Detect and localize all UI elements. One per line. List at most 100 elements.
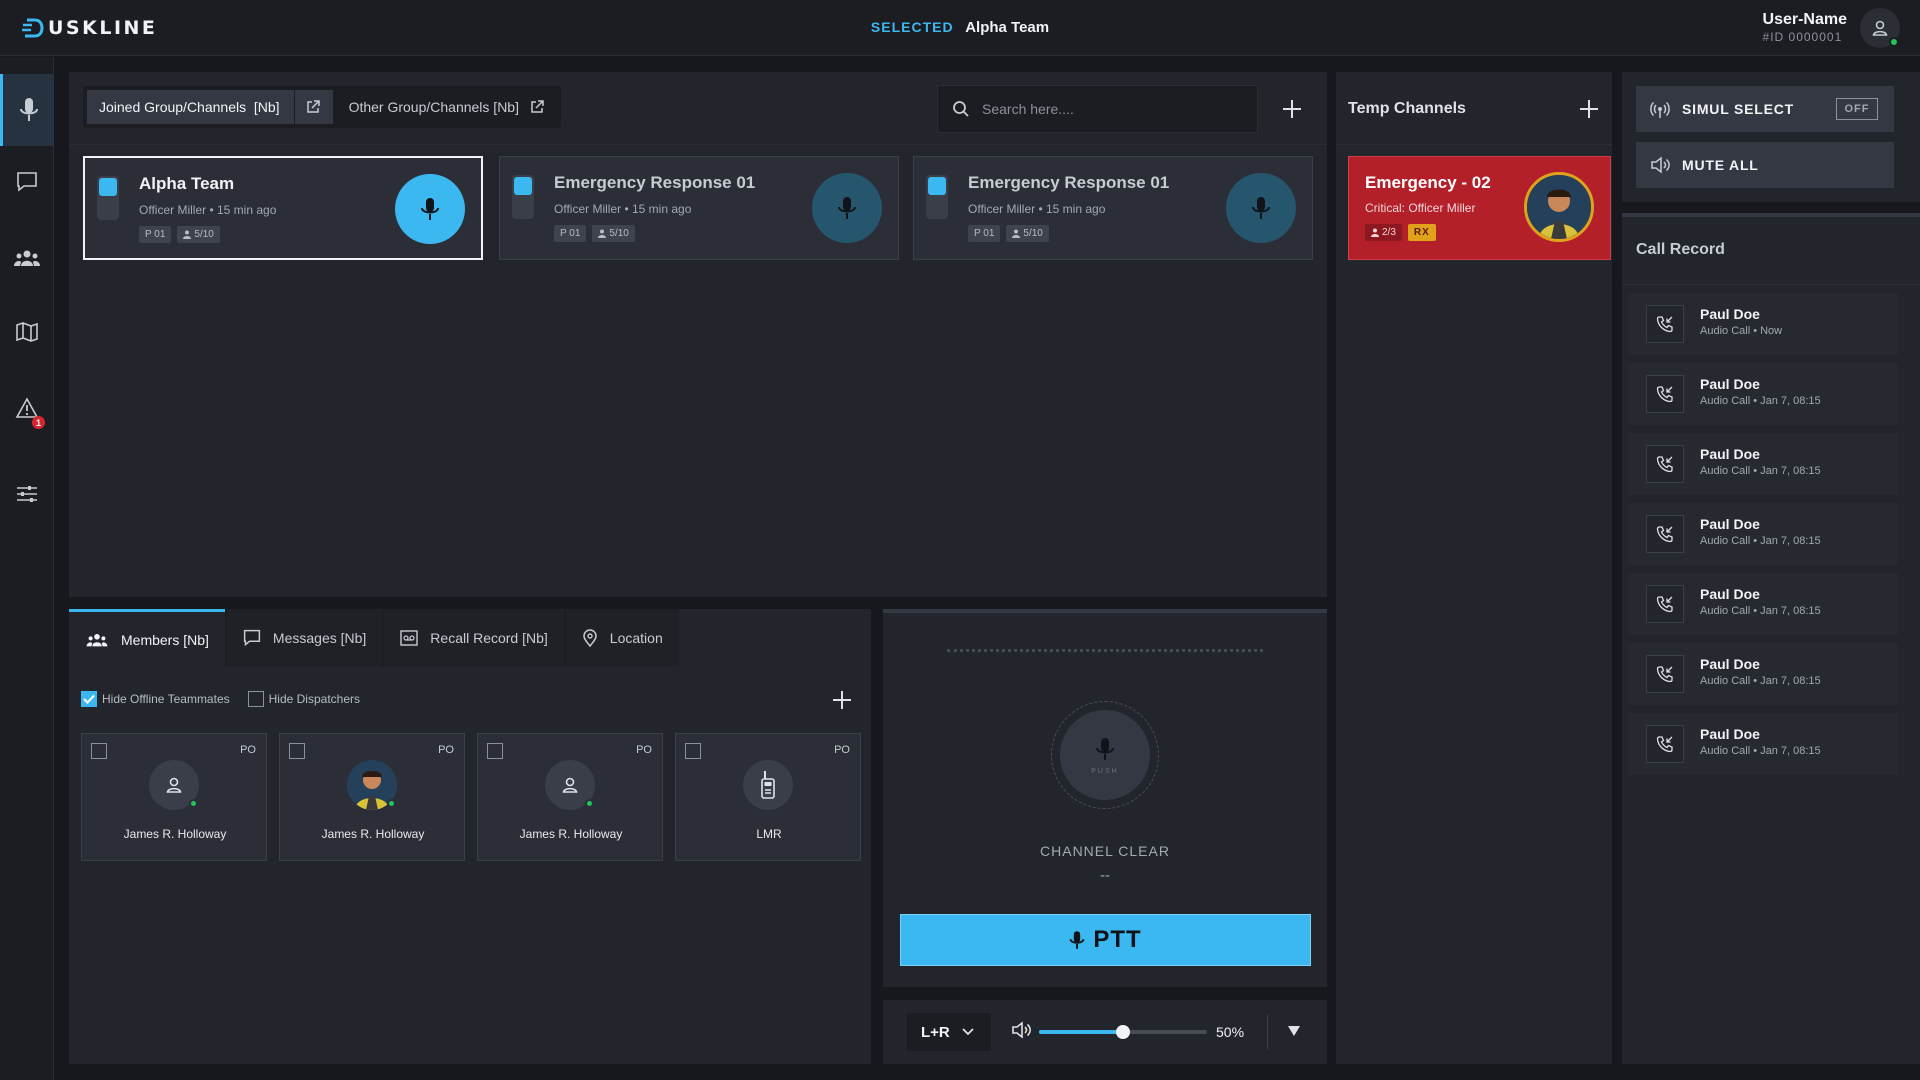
audio-channel-value: L+R [921, 1023, 950, 1041]
rail-item-groups[interactable] [0, 222, 54, 294]
member-checkbox[interactable] [289, 743, 305, 759]
tab-joined-channels[interactable]: Joined Group/Channels [Nb] [87, 90, 333, 124]
hide-offline-checkbox[interactable] [81, 691, 97, 707]
tab-separator [293, 90, 295, 124]
rail-item-settings[interactable] [0, 458, 54, 530]
channel-subtitle: Officer Miller • 15 min ago [139, 203, 277, 217]
simul-select-button[interactable]: SIMUL SELECT OFF [1636, 86, 1894, 132]
search-input[interactable] [982, 101, 1232, 117]
add-member-button[interactable] [827, 685, 857, 715]
call-record-item[interactable]: Paul Doe Audio Call • Now [1628, 293, 1898, 355]
audio-controls: L+R 50% [883, 1000, 1327, 1064]
search-icon [953, 101, 969, 117]
mute-all-button[interactable]: MUTE ALL [1636, 142, 1894, 188]
channel-toggle[interactable] [926, 175, 948, 219]
call-record-item[interactable]: Paul Doe Audio Call • Jan 7, 08:15 [1628, 363, 1898, 425]
user-icon [1872, 20, 1888, 36]
online-status-dot [585, 799, 594, 808]
volume-slider[interactable] [1039, 1025, 1207, 1039]
rail-item-map[interactable] [0, 296, 54, 368]
user-avatar[interactable] [1860, 8, 1900, 48]
temp-channel-card-emergency-02[interactable]: Emergency - 02 Critical: Officer Miller … [1348, 156, 1611, 260]
phone-incoming-icon [1656, 526, 1673, 543]
channel-card-emergency-response-01[interactable]: Emergency Response 01 Officer Miller • 1… [499, 156, 899, 260]
temp-channel-chips: 2/3 RX [1365, 224, 1436, 241]
members-chip: 5/10 [177, 226, 220, 243]
incoming-call-icon [1646, 375, 1684, 413]
hide-dispatchers-checkbox[interactable] [247, 691, 264, 707]
person-icon [598, 229, 607, 238]
add-temp-channel-button[interactable] [1574, 94, 1604, 124]
ptt-button[interactable]: PTT [900, 914, 1311, 966]
selected-value: Alpha Team [965, 19, 1050, 36]
channel-card-emergency-response-01-b[interactable]: Emergency Response 01 Officer Miller • 1… [913, 156, 1313, 260]
tab-other-channels[interactable]: Other Group/Channels [Nb] [337, 90, 557, 124]
plus-icon [1283, 100, 1301, 118]
member-name: James R. Holloway [321, 827, 425, 841]
tab-members[interactable]: Members [Nb] [69, 609, 225, 667]
channel-name: Emergency Response 01 [554, 173, 756, 192]
caret-down-icon[interactable] [1287, 1025, 1301, 1037]
add-channel-button[interactable] [1277, 94, 1307, 124]
member-checkbox[interactable] [487, 743, 503, 759]
rail-item-messages[interactable] [0, 146, 54, 218]
tab-recall-record[interactable]: Recall Record [Nb] [384, 609, 564, 667]
global-controls-panel: SIMUL SELECT OFF MUTE ALL [1622, 72, 1920, 202]
incoming-call-icon [1646, 305, 1684, 343]
broadcast-icon [1650, 101, 1670, 118]
call-record-item[interactable]: Paul Doe Audio Call • Jan 7, 08:15 [1628, 713, 1898, 775]
hide-offline-filter[interactable]: Hide Offline Teammates [81, 691, 230, 707]
rail-item-ptt[interactable] [0, 74, 54, 146]
audio-channel-select[interactable]: L+R [907, 1013, 991, 1051]
channel-chips: P 01 5/10 [139, 226, 220, 243]
volume-slider-handle[interactable] [1116, 1025, 1130, 1039]
channel-mic-button[interactable] [1226, 173, 1296, 243]
alerts-badge: 1 [32, 416, 45, 429]
channel-mic-button[interactable] [812, 173, 882, 243]
phone-incoming-icon [1656, 666, 1673, 683]
call-record-item[interactable]: Paul Doe Audio Call • Jan 7, 08:15 [1628, 433, 1898, 495]
user-info: User-Name #ID 0000001 [1763, 11, 1847, 44]
channel-mic-button[interactable] [395, 174, 465, 244]
incoming-call-icon [1646, 725, 1684, 763]
member-name: James R. Holloway [519, 827, 623, 841]
call-record-item[interactable]: Paul Doe Audio Call • Jan 7, 08:15 [1628, 573, 1898, 635]
member-card-lmr[interactable]: PO LMR [675, 733, 861, 861]
call-details: Audio Call • Jan 7, 08:15 [1700, 465, 1821, 477]
member-avatar [545, 760, 595, 810]
phone-incoming-icon [1656, 386, 1673, 403]
member-checkbox[interactable] [91, 743, 107, 759]
channel-toggle[interactable] [512, 175, 534, 219]
member-card[interactable]: PO James R. Holloway [477, 733, 663, 861]
hide-dispatchers-filter[interactable]: Hide Dispatchers [247, 691, 360, 707]
channel-status: CHANNEL CLEAR [1040, 843, 1170, 859]
member-card[interactable]: PO James R. Holloway [81, 733, 267, 861]
channel-name: Emergency Response 01 [968, 173, 1170, 192]
temp-channels-panel: Temp Channels Emergency - 02 Critical: O… [1336, 72, 1612, 1064]
users-group-icon [86, 633, 108, 646]
call-record-item[interactable]: Paul Doe Audio Call • Jan 7, 08:15 [1628, 643, 1898, 705]
channel-subtitle: Officer Miller • 15 min ago [554, 202, 692, 216]
member-checkbox[interactable] [685, 743, 701, 759]
external-link-icon[interactable] [305, 99, 321, 115]
call-details: Audio Call • Jan 7, 08:15 [1700, 605, 1821, 617]
member-name: James R. Holloway [123, 827, 227, 841]
channel-status-detail: -- [1100, 867, 1110, 884]
tab-location[interactable]: Location [565, 609, 679, 667]
volume-icon[interactable] [1011, 1020, 1033, 1040]
hide-offline-label: Hide Offline Teammates [102, 692, 230, 706]
channel-card-alpha-team[interactable]: Alpha Team Officer Miller • 15 min ago P… [83, 156, 483, 260]
map-icon [16, 322, 38, 342]
member-card[interactable]: PO James R. Holloway [279, 733, 465, 861]
person-icon [183, 230, 192, 239]
push-button[interactable]: PUSH [1051, 701, 1159, 809]
external-link-icon[interactable] [529, 99, 545, 115]
call-record-item[interactable]: Paul Doe Audio Call • Jan 7, 08:15 [1628, 503, 1898, 565]
caller-name: Paul Doe [1700, 446, 1760, 462]
plus-icon [833, 691, 851, 709]
phone-incoming-icon [1656, 316, 1673, 333]
incoming-call-icon [1646, 515, 1684, 553]
rail-item-alerts[interactable]: 1 [0, 372, 54, 444]
channel-toggle[interactable] [97, 176, 119, 220]
tab-messages[interactable]: Messages [Nb] [226, 609, 383, 667]
